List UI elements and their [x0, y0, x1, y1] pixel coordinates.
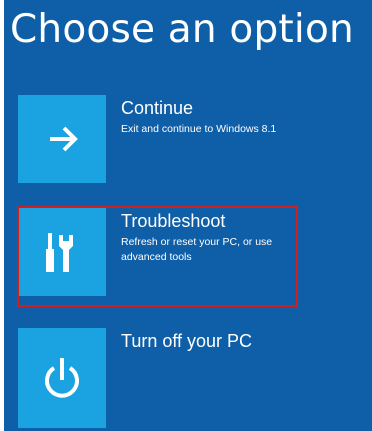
page-title: Choose an option: [10, 7, 354, 52]
power-icon: [45, 358, 79, 398]
turn-off-option[interactable]: Turn off your PC: [18, 328, 303, 428]
arrow-right-icon: [50, 126, 78, 152]
recovery-screen: Choose an option Continue Exit and conti…: [4, 0, 372, 431]
continue-tile[interactable]: [18, 95, 106, 183]
troubleshoot-tile[interactable]: [18, 208, 106, 296]
turn-off-label[interactable]: Turn off your PC: [121, 330, 252, 352]
tools-icon: [46, 233, 73, 272]
turn-off-tile[interactable]: [18, 328, 106, 428]
troubleshoot-label[interactable]: Troubleshoot: [121, 210, 225, 232]
continue-label[interactable]: Continue: [121, 97, 193, 119]
continue-option[interactable]: Continue Exit and continue to Windows 8.…: [18, 95, 303, 187]
troubleshoot-description: Refresh or reset your PC, or use advance…: [121, 236, 273, 263]
continue-description: Exit and continue to Windows 8.1: [121, 123, 277, 135]
troubleshoot-option[interactable]: Troubleshoot Refresh or reset your PC, o…: [18, 208, 303, 300]
